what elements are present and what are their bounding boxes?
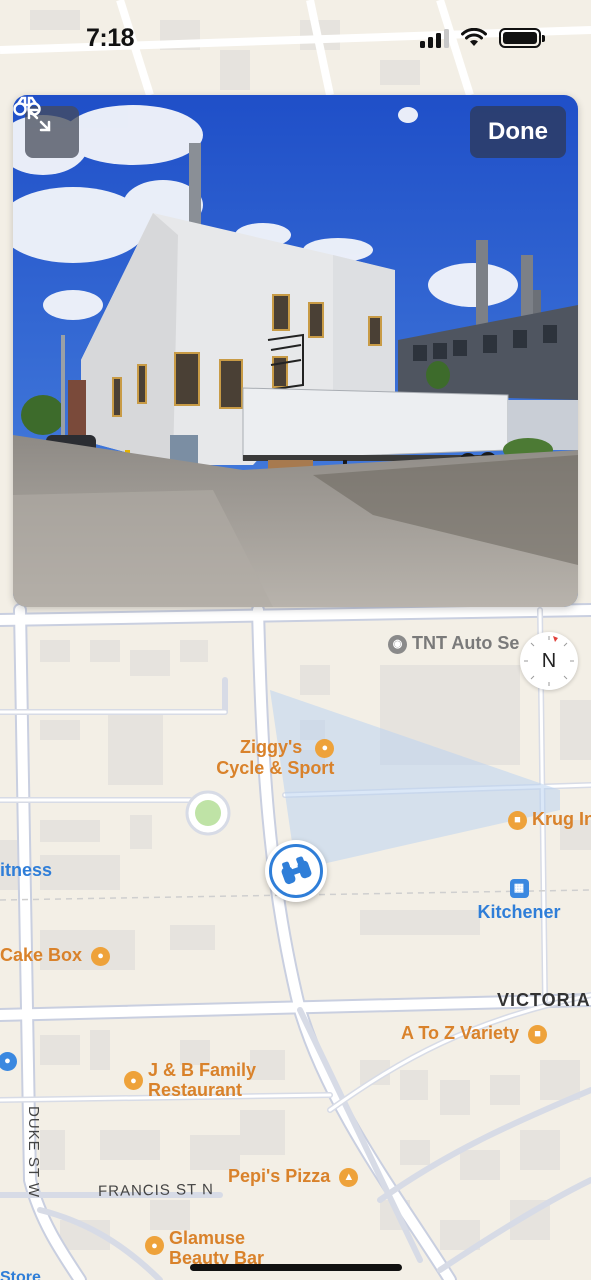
status-bar: 7:18 bbox=[0, 0, 591, 80]
look-around-position-marker[interactable] bbox=[265, 840, 327, 902]
poi-pepis-pizza[interactable]: Pepi's Pizza ▲ bbox=[228, 1166, 359, 1187]
poi-fitness[interactable]: itness bbox=[0, 860, 52, 880]
poi-left-edge[interactable]: ● bbox=[0, 1050, 17, 1071]
person-icon: ● bbox=[0, 1051, 17, 1071]
car-icon: ◉ bbox=[388, 634, 407, 654]
compass-ring-icon bbox=[524, 636, 574, 686]
street-duke: DUKE ST W bbox=[25, 1106, 42, 1199]
status-time: 7:18 bbox=[86, 24, 135, 52]
home-indicator[interactable] bbox=[190, 1264, 402, 1271]
look-around-panel[interactable]: Done bbox=[13, 95, 578, 607]
poi-kitchener-station[interactable]: ▦ Kitchener bbox=[474, 877, 564, 922]
poi-cake-box[interactable]: Cake Box ● bbox=[0, 945, 111, 966]
pizza-icon: ▲ bbox=[339, 1167, 359, 1187]
done-button[interactable]: Done bbox=[470, 106, 566, 158]
poi-tnt-auto[interactable]: ◉ TNT Auto Se bbox=[388, 633, 519, 654]
binoculars-icon bbox=[13, 96, 41, 116]
street-francis: FRANCIS ST N bbox=[97, 1180, 215, 1201]
street-victoria: VICTORIA bbox=[497, 990, 591, 1010]
poi-glamuse[interactable]: ● Glamuse Beauty Bar bbox=[145, 1228, 264, 1268]
cellular-signal-icon bbox=[420, 28, 449, 48]
poi-jb-family[interactable]: ● J & B Family Restaurant bbox=[124, 1060, 256, 1100]
beauty-icon: ● bbox=[145, 1236, 164, 1255]
compass-button[interactable]: N bbox=[520, 632, 578, 690]
poi-ziggys[interactable]: Ziggy's ● Cycle & Sport bbox=[182, 737, 335, 778]
poi-a-to-z[interactable]: A To Z Variety ■ bbox=[401, 1023, 548, 1044]
wifi-icon bbox=[461, 28, 487, 46]
binoculars-marker-icon bbox=[281, 856, 312, 885]
poi-store[interactable]: Store bbox=[0, 1268, 41, 1280]
food-icon: ● bbox=[91, 946, 111, 966]
train-icon: ▦ bbox=[509, 878, 529, 898]
bicycle-icon: ● bbox=[315, 738, 335, 758]
status-icons bbox=[420, 28, 545, 48]
poi-krug[interactable]: ■ Krug In bbox=[508, 809, 591, 830]
battery-icon bbox=[499, 28, 545, 48]
fork-knife-icon: ● bbox=[124, 1071, 143, 1090]
store-icon: ■ bbox=[528, 1024, 548, 1044]
look-around-image[interactable] bbox=[13, 95, 578, 607]
store-icon: ■ bbox=[508, 810, 527, 830]
